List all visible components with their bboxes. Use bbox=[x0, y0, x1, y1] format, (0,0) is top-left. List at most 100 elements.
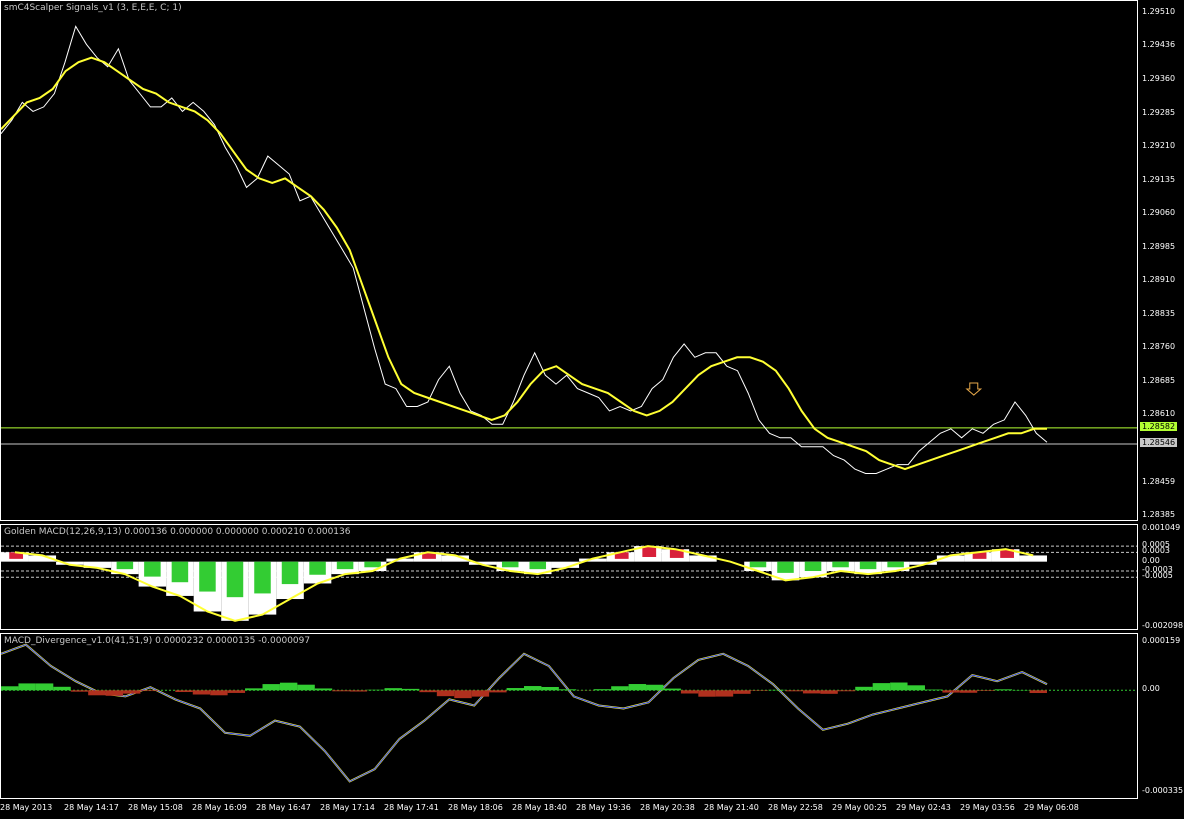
divergence-histogram-bar bbox=[890, 682, 908, 691]
time-tick-label: 29 May 06:08 bbox=[1024, 803, 1079, 812]
divergence-histogram-bar bbox=[245, 688, 263, 691]
macd-histogram-bar bbox=[144, 561, 161, 577]
macd-divergence-pane[interactable]: MACD_Divergence_v1.0(41,51,9) 0.0000232 … bbox=[0, 633, 1138, 799]
y-tick-label: 1.29060 bbox=[1142, 208, 1176, 218]
divergence-histogram-bar bbox=[524, 686, 542, 691]
divergence-histogram-bar bbox=[680, 690, 699, 694]
macd-histogram-bar bbox=[364, 561, 381, 568]
divergence-histogram-bar bbox=[907, 685, 925, 691]
divergence-histogram-bar bbox=[367, 689, 385, 691]
divergence-histogram-bar bbox=[558, 689, 577, 691]
divergence-main-line bbox=[1, 644, 1048, 783]
divergence-histogram-bar bbox=[297, 684, 315, 691]
y-tick-label: 1.28685 bbox=[1142, 375, 1176, 385]
divergence-histogram-bar bbox=[210, 690, 228, 696]
macd-histogram-bar bbox=[116, 561, 134, 570]
y-tick-label: 1.28459 bbox=[1142, 476, 1176, 486]
time-tick-label: 28 May 17:14 bbox=[320, 803, 375, 812]
main-indicator-title: smC4Scalper Signals_v1 (3, E,E,E, C; 1) bbox=[4, 3, 182, 13]
macd-histogram-bar bbox=[199, 561, 216, 592]
time-axis: 28 May 2013 28 May 14:17 28 May 15:08 28 Ma… bbox=[0, 799, 1138, 819]
main-chart-pane[interactable]: smC4Scalper Signals_v1 (3, E,E,E, C; 1) bbox=[0, 0, 1138, 521]
divergence-histogram-bar bbox=[262, 684, 280, 691]
y-tick-label: 1.28835 bbox=[1142, 308, 1176, 318]
divergence-histogram-bar bbox=[489, 690, 507, 693]
y-tick-label: 0.001049 bbox=[1142, 523, 1181, 532]
divergence-histogram-bar bbox=[227, 690, 246, 693]
divergence-histogram-bar bbox=[733, 690, 751, 694]
time-tick-label: 28 May 22:58 bbox=[768, 803, 823, 812]
price-series-line bbox=[1, 25, 1048, 474]
divergence-histogram-bar bbox=[279, 682, 298, 691]
divergence-histogram-bar bbox=[924, 689, 943, 691]
y-tick-label: 1.29210 bbox=[1142, 141, 1176, 151]
divergence-histogram-bar bbox=[785, 690, 803, 692]
macd-histogram-bar bbox=[777, 561, 794, 573]
time-tick-label: 28 May 14:17 bbox=[64, 803, 119, 812]
divergence-histogram-bar bbox=[192, 690, 211, 695]
divergence-histogram-bar bbox=[419, 690, 437, 693]
divergence-histogram-bar bbox=[698, 690, 716, 697]
y-tick-label: -0.002098 bbox=[1142, 621, 1184, 630]
main-price-axis: 1.29510 1.29436 1.29360 1.29285 1.29210 1.291… bbox=[1138, 0, 1184, 521]
divergence-histogram-bar bbox=[855, 686, 873, 691]
divergence-histogram-bar bbox=[123, 690, 141, 694]
divergence-histogram-bar bbox=[349, 690, 368, 692]
y-tick-label: 0.000159 bbox=[1142, 636, 1181, 645]
time-tick-label: 28 May 18:40 bbox=[512, 803, 567, 812]
macd-histogram-bar bbox=[859, 561, 877, 570]
y-tick-label: 1.28760 bbox=[1142, 342, 1176, 352]
y-tick-label: 0.00 bbox=[1142, 684, 1160, 694]
macd-histogram-bar bbox=[254, 561, 271, 594]
time-tick-label: 29 May 03:56 bbox=[960, 803, 1015, 812]
divergence-histogram-bar bbox=[872, 683, 891, 691]
time-tick-label: 28 May 15:08 bbox=[128, 803, 183, 812]
y-tick-label: 1.28385 bbox=[1142, 510, 1176, 519]
macd-histogram-bar bbox=[529, 561, 547, 570]
divergence-histogram-bar bbox=[70, 690, 89, 692]
divergence-histogram-bar bbox=[541, 686, 559, 691]
divergence-histogram-bar bbox=[53, 686, 71, 691]
y-tick-label: 0.00 bbox=[1142, 555, 1160, 565]
divergence-signal-line bbox=[1, 643, 1048, 783]
divergence-histogram-bar bbox=[401, 688, 420, 691]
divergence-histogram-bar bbox=[1029, 690, 1047, 694]
divergence-histogram-bar bbox=[750, 690, 769, 691]
macd-histogram-bar bbox=[501, 561, 519, 568]
golden-macd-axis: 0.001049 0.0005 0.0003 0.00 -0.0003 -0.0005 -0… bbox=[1138, 523, 1184, 630]
divergence-histogram-bar bbox=[384, 688, 402, 691]
divergence-histogram-bar bbox=[715, 690, 734, 697]
y-tick-label: 1.28910 bbox=[1142, 275, 1176, 285]
macd-histogram-bar bbox=[1019, 555, 1047, 562]
divergence-histogram-bar bbox=[663, 688, 681, 691]
macd-histogram-bar bbox=[804, 561, 822, 572]
time-tick-label: 28 May 20:38 bbox=[640, 803, 695, 812]
divergence-histogram-bar bbox=[88, 690, 106, 696]
price-series-line bbox=[1, 56, 1047, 471]
divergence-histogram-bar bbox=[593, 689, 612, 691]
divergence-histogram-bar bbox=[820, 690, 838, 694]
main-price-chart bbox=[1, 25, 1137, 474]
time-tick-label: 28 May 17:41 bbox=[384, 803, 439, 812]
macd-histogram-bar bbox=[309, 561, 326, 575]
divergence-histogram-bar bbox=[646, 684, 664, 691]
divergence-histogram-bar bbox=[837, 690, 856, 692]
macd-histogram-bar bbox=[887, 561, 904, 568]
divergence-histogram-bar bbox=[105, 690, 124, 696]
divergence-histogram-bar bbox=[611, 686, 629, 691]
divergence-histogram-bar bbox=[436, 690, 455, 697]
golden-macd-pane[interactable]: Golden MACD(12,26,9,13) 0.000136 0.00000… bbox=[0, 524, 1138, 630]
macd-histogram-bar bbox=[336, 561, 354, 570]
time-tick-label: 28 May 18:06 bbox=[448, 803, 503, 812]
divergence-histogram-bar bbox=[994, 689, 1013, 691]
macd-histogram-bar bbox=[171, 561, 189, 583]
y-tick-label: 1.29360 bbox=[1142, 74, 1176, 84]
divergence-histogram-bar bbox=[140, 690, 158, 692]
y-tick-label: -0.0005 bbox=[1142, 571, 1173, 581]
divergence-histogram-bar bbox=[942, 690, 960, 693]
y-tick-label: -0.000335 bbox=[1142, 786, 1184, 795]
divergence-histogram-bar bbox=[977, 690, 995, 691]
time-tick-label: 28 May 16:47 bbox=[256, 803, 311, 812]
time-tick-label: 28 May 21:40 bbox=[704, 803, 759, 812]
golden-macd-chart bbox=[1, 545, 1137, 622]
